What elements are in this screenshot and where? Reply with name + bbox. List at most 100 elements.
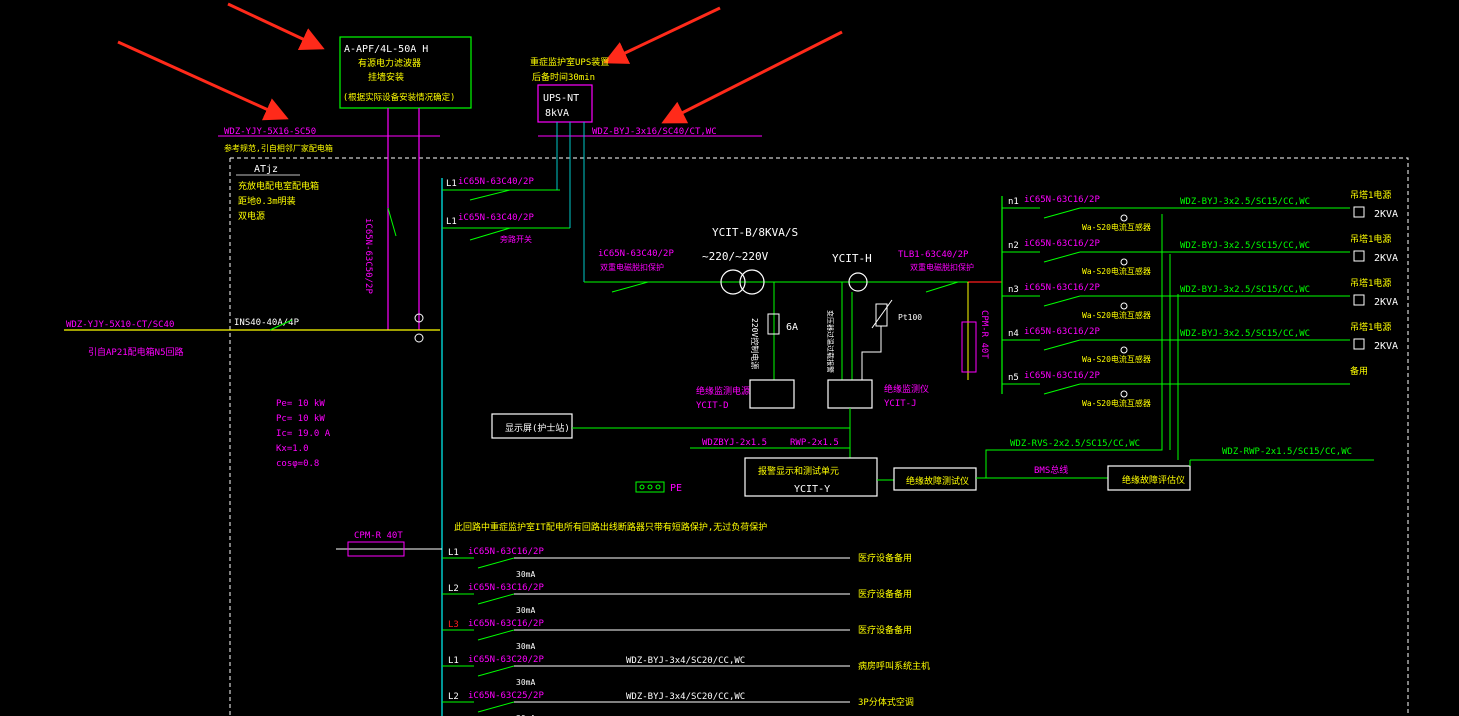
breaker-switch (477, 629, 515, 641)
ups-cable: WDZ-BYJ-3x16/SC40/CT,WC (592, 127, 717, 137)
breaker-switch (477, 701, 515, 713)
fuse-label: 6A (786, 322, 798, 333)
circuit-breaker: iC65N-63C16/2P (468, 583, 544, 593)
ct-sensor (1120, 390, 1128, 398)
circuit-load: 备用 (1350, 365, 1368, 377)
breaker-switch (1043, 207, 1081, 219)
apf-line3: (根据实际设备安装情况确定) (343, 92, 455, 103)
monitor-module: 绝缘监测仪 (884, 383, 929, 395)
power-module-box (749, 379, 795, 409)
temp-note: 变压器过温过载报警 (826, 310, 835, 373)
display-cable: WDZBYJ-2x1.5 (702, 438, 767, 448)
circuit-rcd: 30mA (516, 570, 535, 579)
pt100-link (861, 326, 882, 380)
ct-sensor (1120, 302, 1128, 310)
right-circuit: n4 iC65N-63C16/2P Wa-S20电流互感器 WDZ-BYJ-3x2.5… (1002, 321, 1398, 364)
circuit-breaker: iC65N-63C16/2P (1024, 239, 1100, 249)
right-circuits: n1 iC65N-63C16/2P WDZ-BYJ-3x2.5/SC15/CC,WC… (1002, 189, 1398, 408)
circuit-phase: L1 (448, 548, 459, 558)
apf-line1: 有源电力滤波器 (358, 57, 421, 69)
bottom-circuit: L2iC65N-63C25/2P30mAWDZ-BYJ-3x4/SC20/CC,… (442, 691, 914, 716)
breaker-switch (1043, 383, 1081, 395)
pt100-label: Pt100 (898, 313, 922, 322)
circuit-rcd: 30mA (516, 606, 535, 615)
spd-symbol (961, 321, 977, 373)
ct-symbol-2 (414, 333, 424, 343)
circuit-phase: L1 (448, 656, 459, 666)
ats-line1: 充放电配电室配电箱 (238, 180, 319, 192)
ats-line3: 双电源 (238, 210, 265, 222)
annotation-arrows (117, 2, 843, 124)
circuit-cable: WDZ-BYJ-3x4/SC20/CC,WC (626, 692, 745, 702)
top-cable: WDZ-YJY-5X16-SC50 (224, 127, 316, 137)
ats-title: ATjz (254, 164, 278, 175)
distribution-diagram: A-APF/4L-50A H 有源电力滤波器 挂墙安装 (根据实际设备安装情况确… (64, 2, 1409, 716)
socket-icon (1353, 206, 1365, 218)
circuit-cable: WDZ-BYJ-3x2.5/SC15/CC,WC (1180, 197, 1310, 207)
circuit-cable: WDZ-BYJ-3x2.5/SC15/CC,WC (1180, 329, 1310, 339)
bottom-spd-label: CPM-R 40T (354, 531, 403, 541)
breaker-switch (477, 557, 515, 569)
circuit-sensor: Wa-S20电流互感器 (1082, 266, 1151, 276)
top-branch-phase: L1 (446, 179, 457, 189)
ups-breaker: iC65N-63C40/2P (598, 249, 674, 259)
circuit-breaker: iC65N-63C16/2P (1024, 283, 1100, 293)
load-pe: Pe= 10 kW (276, 399, 325, 409)
isolator-label: INS40-40A/4P (234, 318, 300, 328)
pe-label: PE (670, 483, 682, 494)
circuit-breaker: iC65N-63C16/2P (468, 619, 544, 629)
power-module: 绝缘监测电源 (696, 385, 750, 397)
circuit-id: n1 (1008, 197, 1019, 207)
ups-note1: 重症监护室UPS装置 (530, 56, 609, 68)
bottom-note: 此回路中重症监护室IT配电所有回路出线断路器只带有短路保护,无过负荷保护 (454, 521, 767, 533)
circuit-cable: WDZ-BYJ-3x2.5/SC15/CC,WC (1180, 285, 1310, 295)
ups-capacity: 8kVA (545, 108, 569, 119)
socket-icon (1353, 294, 1365, 306)
ct-sensor (1120, 346, 1128, 354)
locator-label: 绝缘故障测试仪 (906, 475, 969, 487)
bottom-circuit: L2 iC65N-63C16/2P 30mA 医疗设备备用 (442, 583, 912, 615)
circuit-load: 医疗设备备用 (858, 552, 912, 564)
circuit-breaker: iC65N-63C20/2P (468, 655, 544, 665)
circuit-load: 3P分体式空调 (858, 696, 914, 708)
bottom-circuits: L1 iC65N-63C16/2P 30mA 医疗设备备用 L2 iC65N-63C16/… (442, 547, 930, 716)
circuit-sensor: Wa-S20电流互感器 (1082, 222, 1151, 232)
load-cos: cosφ=0.8 (276, 459, 319, 469)
circuit-breaker: iC65N-63C16/2P (1024, 371, 1100, 381)
fuse-note: 220V控制电源 (750, 318, 760, 369)
right-circuit: n1 iC65N-63C16/2P WDZ-BYJ-3x2.5/SC15/CC,WC… (1002, 189, 1398, 222)
ups-model: UPS-NT (543, 93, 579, 104)
right-circuit: n5 iC65N-63C16/2P Wa-S20电流互感器 备用 (1002, 365, 1368, 408)
display-cable-2: RWP-2x1.5 (790, 438, 839, 448)
top-branch-phase: L1 (446, 217, 457, 227)
circuit-kva: 2KVA (1374, 297, 1398, 308)
top-branch-note: 旁路开关 (500, 234, 532, 244)
circuit-breaker: iC65N-63C16/2P (468, 547, 544, 557)
display-label: 显示屏(护士站) (505, 422, 570, 434)
annotation-arrow (227, 2, 325, 50)
circuit-rcd: 30mA (516, 678, 535, 687)
transformer-ratio: ~220/~220V (702, 250, 769, 263)
circuit-id: n3 (1008, 285, 1019, 295)
ct-sensor (1120, 258, 1128, 266)
circuit-load: 吊塔1电源 (1350, 277, 1391, 289)
bottom-circuit: L3 iC65N-63C16/2P 30mA 医疗设备备用 (442, 619, 912, 651)
top-branch-breaker: iC65N-63C40/2P (458, 213, 534, 223)
top-cable-note: 参考规范,引自相邻厂家配电箱 (224, 143, 333, 153)
apf-title: A-APF/4L-50A H (344, 44, 428, 55)
source-note: 引自AP21配电箱N5回路 (88, 346, 184, 358)
load-ic: Ic= 19.0 A (276, 429, 331, 439)
monitor-module-box (827, 379, 873, 409)
circuit-load: 吊塔1电源 (1350, 189, 1391, 201)
circuit-sensor: Wa-S20电流互感器 (1082, 354, 1151, 364)
circuit-id: n4 (1008, 329, 1019, 339)
out-breaker-note: 双重电磁脱扣保护 (910, 262, 974, 272)
circuit-kva: 2KVA (1374, 341, 1398, 352)
circuit-cable: WDZ-BYJ-3x4/SC20/CC,WC (626, 656, 745, 666)
ups-breaker-note: 双重电磁脱扣保护 (600, 262, 664, 272)
ups-note2: 后备时间30min (532, 71, 595, 83)
circuit-load: 医疗设备备用 (858, 624, 912, 636)
right-circuit: n3 iC65N-63C16/2P Wa-S20电流互感器 WDZ-BYJ-3x2.5… (1002, 277, 1398, 320)
monitor-module-model: YCIT-J (884, 399, 917, 409)
evaluator-label: 绝缘故障评估仪 (1122, 474, 1185, 486)
